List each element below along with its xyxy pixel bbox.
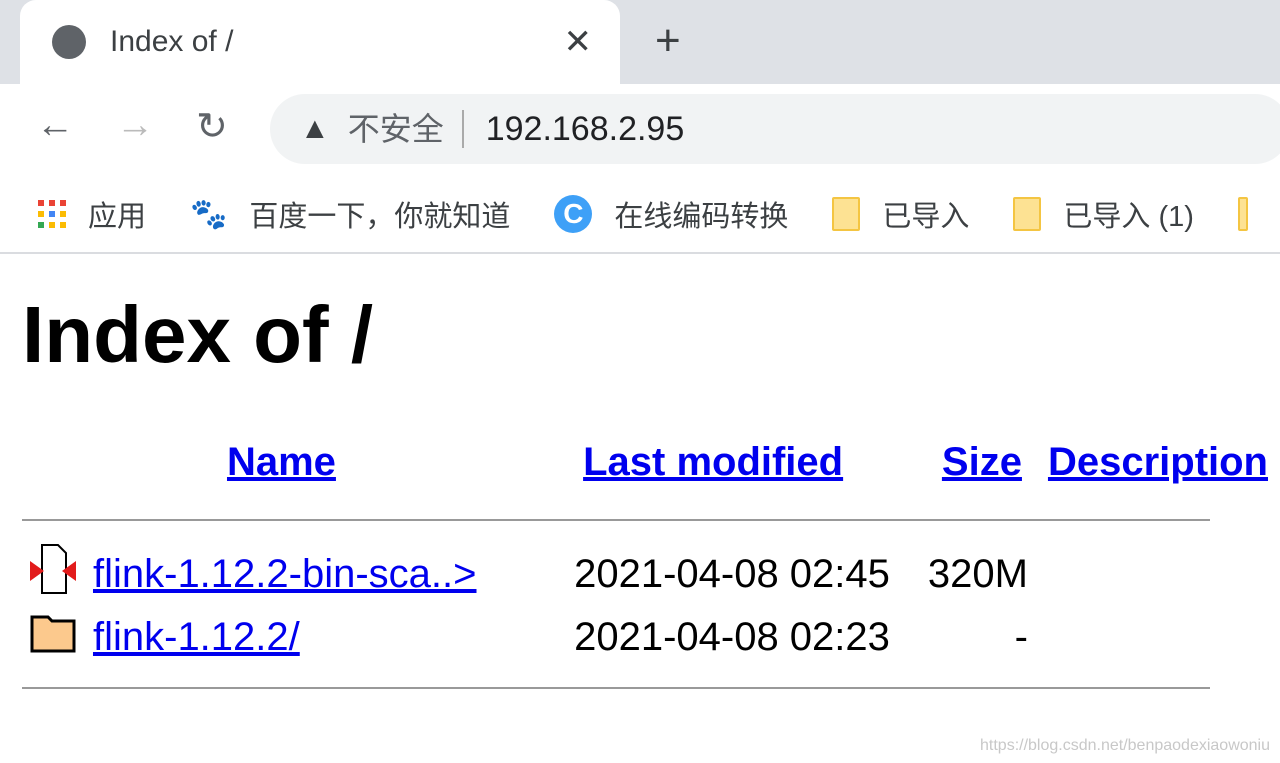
bookmark-label: 在线编码转换 bbox=[614, 201, 789, 233]
tab-bar: Index of / ✕ + bbox=[0, 0, 1280, 84]
globe-icon bbox=[52, 25, 86, 59]
security-label[interactable]: 不安全 bbox=[348, 110, 464, 148]
apps-grid-icon bbox=[38, 200, 66, 228]
bookmark-folder-imported-1[interactable]: 已导入 (1) bbox=[1013, 193, 1194, 235]
divider bbox=[22, 519, 1210, 521]
url-text[interactable]: 192.168.2.95 bbox=[486, 110, 685, 149]
modified-cell: 2021-04-08 02:45 bbox=[574, 551, 890, 596]
bookmark-encoding[interactable]: C 在线编码转换 bbox=[554, 193, 788, 235]
folder-icon[interactable] bbox=[1237, 197, 1248, 231]
folder-icon bbox=[30, 615, 76, 653]
sort-size-link[interactable]: Size bbox=[942, 440, 1022, 484]
address-bar[interactable]: ▲ 不安全 192.168.2.95 bbox=[270, 94, 1280, 164]
folder-icon bbox=[832, 197, 861, 231]
watermark: https://blog.csdn.net/benpaodexiaowoniu bbox=[980, 737, 1270, 754]
bookmark-baidu[interactable]: 🐾 百度一下，你就知道 bbox=[190, 193, 510, 235]
sort-name-link[interactable]: Name bbox=[227, 440, 336, 484]
file-listing: Name Last modified Size Description flin… bbox=[22, 440, 1280, 709]
bookmark-folder-imported[interactable]: 已导入 bbox=[832, 193, 969, 235]
description-cell bbox=[1034, 541, 1280, 607]
folder-link[interactable]: flink-1.12.2/ bbox=[93, 615, 300, 659]
sort-description-link[interactable]: Description bbox=[1048, 440, 1268, 484]
description-cell bbox=[1034, 607, 1280, 667]
baidu-paw-icon: 🐾 bbox=[190, 197, 228, 231]
file-link[interactable]: flink-1.12.2-bin-sca..> bbox=[93, 552, 477, 596]
tab-title: Index of / bbox=[110, 25, 234, 58]
divider bbox=[22, 687, 1210, 689]
tab-index[interactable]: Index of / ✕ bbox=[20, 0, 620, 84]
warning-icon[interactable]: ▲ bbox=[300, 112, 330, 146]
page-title: Index of / bbox=[22, 290, 374, 379]
bookmark-label: 已导入 (1) bbox=[1063, 201, 1194, 233]
table-row: flink-1.12.2/ 2021-04-08 02:23 - bbox=[22, 607, 1280, 667]
size-cell: 320M bbox=[927, 551, 1028, 596]
sort-modified-link[interactable]: Last modified bbox=[583, 440, 843, 484]
c-logo-icon: C bbox=[554, 195, 593, 233]
bookmark-label: 已导入 bbox=[882, 201, 970, 233]
folder-icon bbox=[1013, 197, 1042, 231]
bookmarks-bar: 应用 🐾 百度一下，你就知道 C 在线编码转换 已导入 已导入 (1) bbox=[0, 176, 1280, 254]
close-tab-icon[interactable]: ✕ bbox=[564, 22, 593, 62]
size-cell: - bbox=[1014, 614, 1028, 659]
bookmark-apps[interactable]: 应用 bbox=[38, 193, 146, 235]
back-button[interactable]: ← bbox=[36, 104, 74, 147]
reload-button[interactable]: ↻ bbox=[196, 104, 228, 149]
bookmark-label: 应用 bbox=[88, 201, 147, 233]
modified-cell: 2021-04-08 02:23 bbox=[574, 614, 890, 659]
table-row: flink-1.12.2-bin-sca..> 2021-04-08 02:45… bbox=[22, 541, 1280, 607]
forward-button[interactable]: → bbox=[116, 104, 154, 147]
page-content: Index of / Name Last modified Size Descr… bbox=[0, 290, 1280, 709]
bookmark-label: 百度一下，你就知道 bbox=[249, 201, 511, 233]
new-tab-button[interactable]: + bbox=[655, 16, 681, 66]
compressed-file-icon bbox=[30, 544, 76, 594]
toolbar: ← → ↻ ▲ 不安全 192.168.2.95 bbox=[0, 84, 1280, 176]
